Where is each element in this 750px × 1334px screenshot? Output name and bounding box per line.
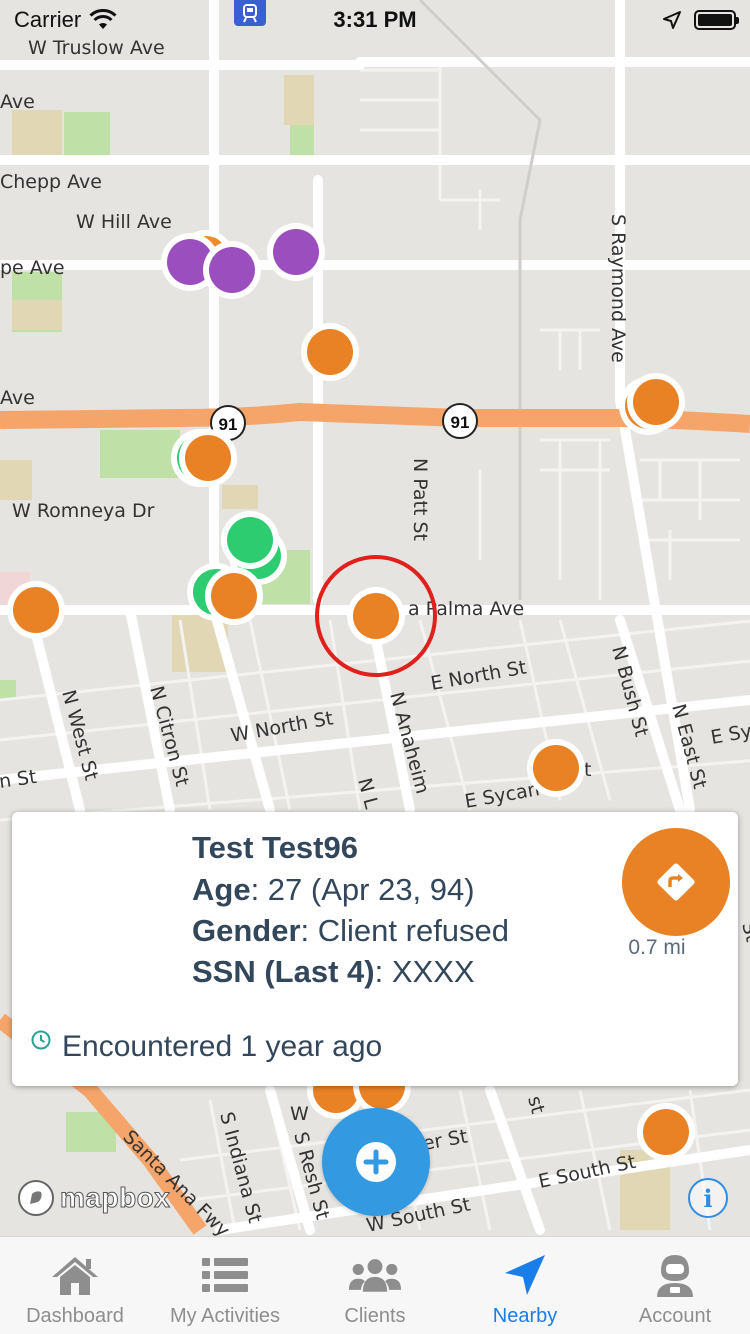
users-icon (348, 1251, 402, 1299)
map-marker-orange[interactable] (627, 373, 685, 431)
map-marker-orange[interactable] (301, 323, 359, 381)
ssn-label: SSN (Last 4) (192, 954, 375, 989)
astronaut-icon (648, 1251, 702, 1299)
carrier-label: Carrier (14, 7, 82, 32)
street-label: N Patt St (409, 458, 431, 541)
list-icon (198, 1251, 252, 1299)
map-marker-orange[interactable] (7, 581, 65, 639)
map-marker-green[interactable] (221, 511, 279, 569)
street-label: Ave (0, 387, 35, 409)
street-label: pe Ave (0, 257, 65, 279)
map-marker-orange[interactable] (179, 429, 237, 487)
encountered-text: Encountered 1 year ago (62, 1030, 383, 1063)
svg-text:91: 91 (451, 413, 470, 432)
mapbox-icon (18, 1180, 54, 1216)
age-label: Age (192, 872, 251, 907)
street-label: Chepp Ave (0, 171, 102, 193)
navigation-arrow-icon (498, 1251, 552, 1299)
tab-nearby[interactable]: Nearby (450, 1237, 600, 1334)
map-marker-orange[interactable] (205, 567, 263, 625)
mapbox-wordmark: mapbox (59, 1182, 171, 1214)
tab-dashboard[interactable]: Dashboard (0, 1237, 150, 1334)
client-gender: Gender: Client refused (192, 913, 509, 949)
street-label: W Hill Ave (76, 211, 172, 233)
age-value: : 27 (Apr 23, 94) (250, 872, 475, 907)
street-label: W Truslow Ave (28, 37, 165, 59)
street-label: t (584, 759, 591, 781)
tab-label: Clients (344, 1305, 406, 1327)
highway-shield: 91 (442, 403, 478, 439)
map-marker-orange[interactable] (637, 1103, 695, 1161)
add-encounter-button[interactable] (322, 1108, 430, 1216)
map-marker-purple[interactable] (203, 241, 261, 299)
tab-account[interactable]: Account (600, 1237, 750, 1334)
mapbox-logo: mapbox (16, 1178, 170, 1218)
tab-label: Nearby (492, 1305, 558, 1327)
map-info-button[interactable]: i (688, 1178, 728, 1218)
battery-icon (694, 10, 739, 30)
client-info-card[interactable]: Test Test96 Age: 27 (Apr 23, 94) Gender:… (12, 812, 738, 1086)
tab-clients[interactable]: Clients (300, 1237, 450, 1334)
street-label: W (290, 1103, 309, 1125)
street-label: W Romneya Dr (12, 500, 155, 522)
ssn-value: : XXXX (374, 954, 475, 989)
street-label: a Palma Ave (408, 598, 524, 620)
client-ssn: SSN (Last 4): XXXX (192, 954, 475, 990)
directions-button[interactable] (622, 828, 730, 936)
gender-value: : Client refused (300, 913, 510, 948)
location-arrow-icon (663, 11, 681, 29)
status-right (662, 10, 739, 30)
distance-label: 0.7 mi (628, 936, 686, 959)
map-marker-orange[interactable] (527, 739, 585, 797)
svg-text:91: 91 (219, 415, 238, 434)
street-label: Ave (0, 91, 35, 113)
clock-icon (31, 1030, 51, 1050)
tab-bar: Dashboard My Activities Clients Nearby A… (0, 1236, 750, 1334)
encounter-row: Encountered 1 year ago (30, 1030, 382, 1064)
tab-label: My Activities (169, 1305, 281, 1327)
client-name: Test Test96 (192, 830, 358, 865)
home-icon (48, 1251, 102, 1299)
status-left: Carrier (14, 7, 117, 33)
map-marker-orange-selected[interactable] (347, 587, 405, 645)
street-label: S Raymond Ave (607, 214, 629, 363)
client-age: Age: 27 (Apr 23, 94) (192, 872, 475, 908)
tab-my-activities[interactable]: My Activities (150, 1237, 300, 1334)
wifi-icon (89, 9, 117, 29)
map-marker-purple[interactable] (267, 223, 325, 281)
status-bar: Carrier 3:31 PM (0, 0, 750, 40)
directions-icon (657, 863, 695, 901)
gender-label: Gender (192, 913, 301, 948)
tab-label: Account (638, 1305, 712, 1327)
tab-label: Dashboard (26, 1305, 124, 1327)
plus-circle-icon (356, 1142, 396, 1182)
